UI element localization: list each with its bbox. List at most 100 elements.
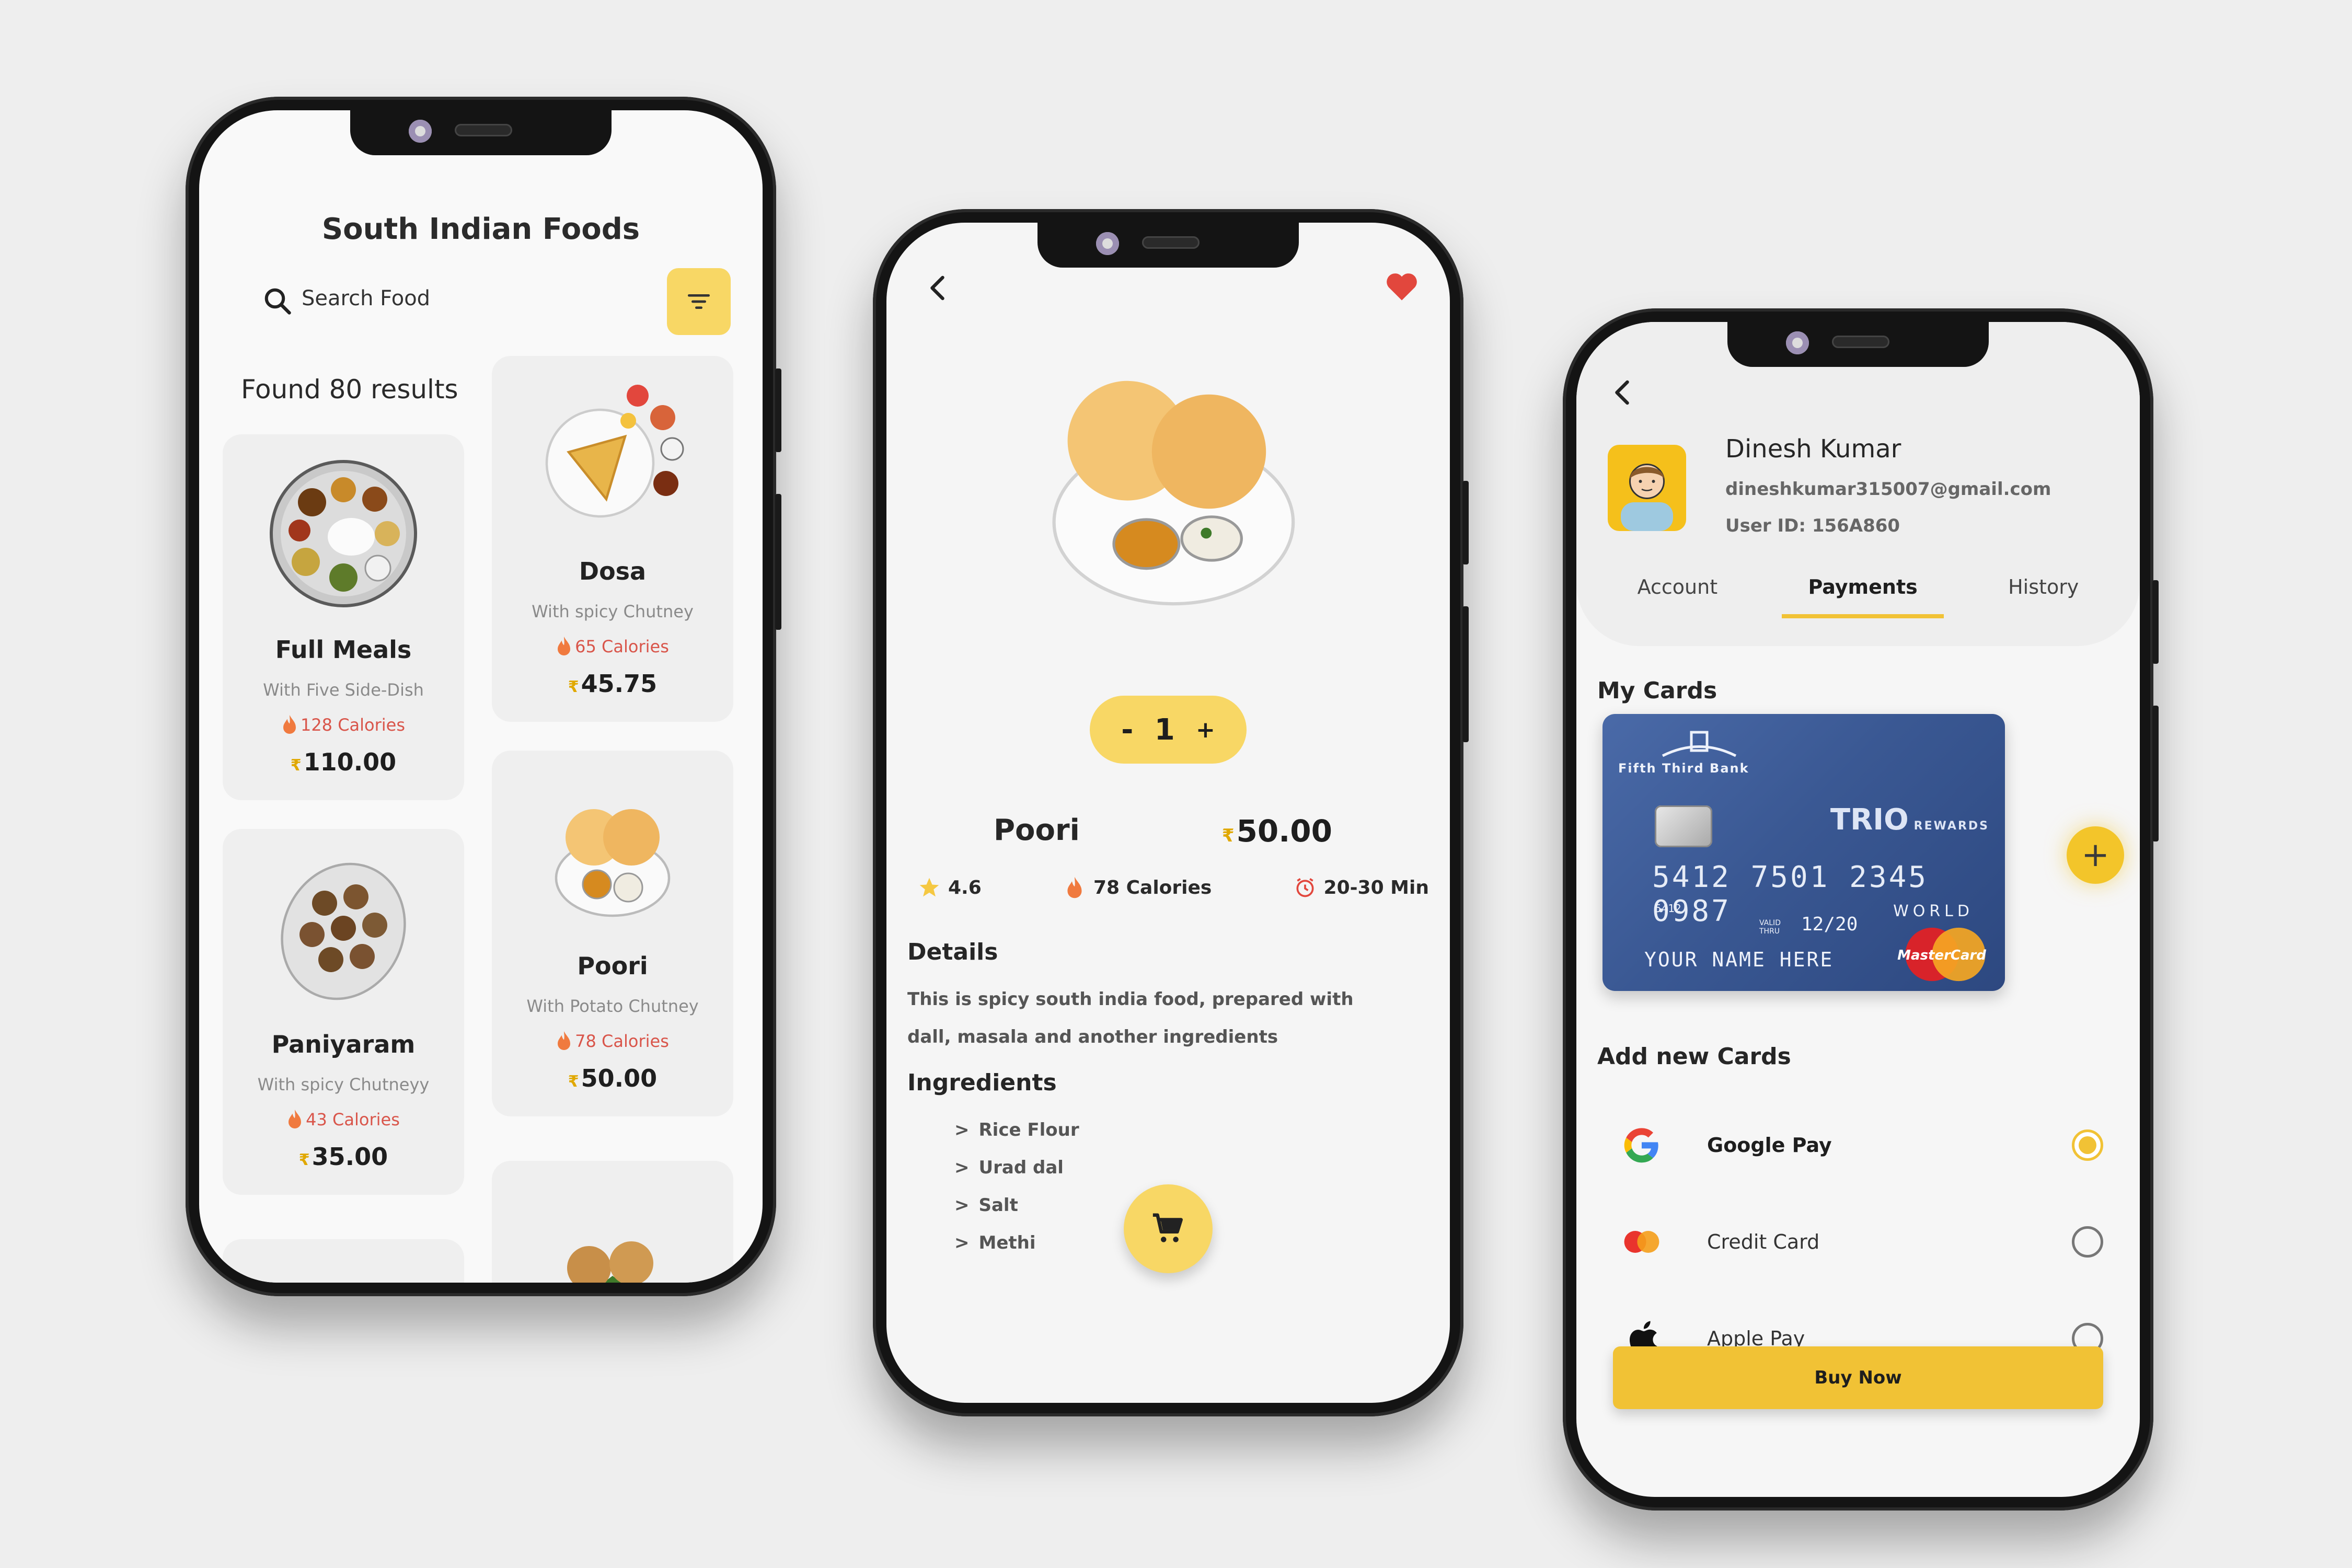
food-hero-image — [1052, 381, 1295, 606]
payment-option-google-pay[interactable]: Google Pay — [1618, 1114, 2103, 1177]
valid-thru-label: VALID THRU — [1759, 919, 1781, 936]
food-card-dosa[interactable]: Dosa With spicy Chutney 65 Calories ₹45.… — [492, 356, 733, 722]
cart-icon — [1152, 1213, 1183, 1242]
ingredient-item: Methi — [954, 1224, 1079, 1262]
food-card-poori[interactable]: Poori With Potato Chutney 78 Calories ₹5… — [492, 751, 733, 1116]
flame-icon — [1067, 877, 1082, 898]
food-calories: 78 Calories — [492, 1030, 733, 1051]
front-camera — [1096, 232, 1119, 255]
power-button — [1462, 481, 1469, 564]
card-holder: YOUR NAME HERE — [1644, 948, 1834, 971]
heart-icon[interactable] — [1385, 271, 1419, 302]
page-title: South Indian Foods — [321, 212, 640, 246]
filter-icon — [688, 294, 710, 309]
food-card-partial[interactable] — [223, 1239, 464, 1283]
card-network: MasterCard — [1897, 948, 1986, 963]
user-name: Dinesh Kumar — [1725, 434, 1901, 464]
bank-name: Fifth Third Bank — [1618, 761, 1749, 776]
food-description: With spicy Chutneyy — [257, 1075, 430, 1094]
user-email: dineshkumar315007@gmail.com — [1725, 479, 2051, 500]
increase-quantity-button[interactable]: + — [1196, 717, 1215, 743]
payment-screen: Dinesh Kumar dineshkumar315007@gmail.com… — [1576, 322, 2140, 1497]
card-brand: TRIO REWARDS — [1830, 803, 1989, 837]
mastercard-icon — [1618, 1218, 1665, 1265]
volume-button — [775, 494, 781, 630]
volume-button — [2152, 706, 2159, 841]
food-name: Poori — [994, 813, 1080, 847]
food-description: With spicy Chutney — [532, 602, 694, 621]
card-tier: WORLD — [1893, 902, 1974, 920]
search-input[interactable] — [302, 278, 563, 319]
quantity-value: 1 — [1154, 712, 1175, 747]
food-price: ₹50.00 — [568, 1064, 658, 1092]
radio-selected[interactable] — [2072, 1129, 2103, 1161]
food-price: ₹45.75 — [568, 670, 658, 698]
speaker-grille — [1832, 336, 1889, 348]
tab-account[interactable]: Account — [1611, 565, 1744, 618]
user-id: User ID: 156A860 — [1725, 515, 1900, 536]
power-button — [775, 368, 781, 452]
food-card-paniyaram[interactable]: Paniyaram With spicy Chutneyy 43 Calorie… — [223, 829, 464, 1195]
payment-option-credit-card[interactable]: Credit Card — [1618, 1210, 2103, 1273]
notch — [1727, 322, 1989, 367]
food-price: ₹35.00 — [298, 1143, 388, 1171]
food-image-vada — [567, 1241, 653, 1283]
radio-unselected[interactable] — [2072, 1226, 2103, 1258]
card-prefix: 5412 — [1655, 902, 1681, 915]
decrease-quantity-button[interactable]: - — [1121, 713, 1133, 747]
quantity-stepper: - 1 + — [1090, 696, 1247, 764]
tab-history[interactable]: History — [1982, 565, 2105, 618]
food-name: Paniyaram — [271, 1030, 416, 1058]
credit-card[interactable]: Fifth Third Bank TRIO REWARDS 5412 7501 2… — [1602, 714, 2005, 991]
food-image-dosa — [545, 385, 684, 518]
back-arrow-icon[interactable] — [923, 270, 954, 306]
add-to-cart-button[interactable] — [1124, 1184, 1213, 1273]
food-stats: 4.6 78 Calories 20-30 Min — [918, 876, 1429, 899]
phone-food-detail: - 1 + Poori ₹50.00 4.6 78 Calories 20-30… — [873, 209, 1469, 1416]
food-calories: 128 Calories — [223, 714, 464, 735]
filter-button[interactable] — [667, 268, 731, 335]
tab-payments[interactable]: Payments — [1782, 565, 1944, 618]
food-image-thali — [270, 460, 417, 607]
food-name: Poori — [577, 952, 648, 980]
power-button — [2152, 580, 2159, 664]
food-card-full-meals[interactable]: Full Meals With Five Side-Dish 128 Calor… — [223, 434, 464, 800]
time-stat: 20-30 Min — [1294, 876, 1429, 899]
front-camera — [409, 120, 432, 143]
calories-stat: 78 Calories — [1063, 876, 1212, 899]
speaker-grille — [1142, 236, 1200, 249]
flame-icon — [289, 1110, 302, 1128]
details-text: This is spicy south india food, prepared… — [907, 989, 1354, 1047]
back-arrow-icon[interactable] — [1608, 374, 1639, 411]
payment-option-label: Google Pay — [1707, 1134, 1832, 1157]
phone-payment: Dinesh Kumar dineshkumar315007@gmail.com… — [1563, 308, 2159, 1511]
alarm-clock-icon — [1296, 878, 1314, 897]
speaker-grille — [455, 124, 512, 136]
flame-icon — [558, 1031, 571, 1050]
food-name: Full Meals — [275, 636, 412, 664]
food-calories: 65 Calories — [492, 636, 733, 656]
add-card-button[interactable]: + — [2067, 826, 2124, 884]
add-new-cards-heading: Add new Cards — [1597, 1043, 1791, 1070]
food-card-partial[interactable] — [492, 1161, 733, 1283]
food-price: ₹50.00 — [1221, 813, 1332, 849]
my-cards-heading: My Cards — [1597, 677, 1717, 704]
buy-now-button[interactable]: Buy Now — [1613, 1346, 2103, 1409]
notch — [350, 110, 612, 155]
avatar — [1608, 445, 1686, 531]
payment-option-label: Credit Card — [1707, 1230, 1820, 1253]
ingredients-list: Rice Flour Urad dal Salt Methi — [954, 1111, 1079, 1262]
card-expiry: 12/20 — [1801, 914, 1858, 935]
rating-stat: 4.6 — [918, 876, 982, 899]
food-calories: 43 Calories — [223, 1109, 464, 1129]
star-icon — [919, 878, 939, 897]
volume-button — [1462, 606, 1469, 742]
ingredients-heading: Ingredients — [907, 1069, 1057, 1096]
front-camera — [1786, 331, 1809, 354]
notch — [1037, 223, 1299, 268]
phone-food-listing: South Indian Foods Found 80 results — [186, 97, 781, 1296]
user-avatar-icon — [1621, 464, 1673, 531]
bank-logo-icon — [1662, 731, 1737, 757]
search-icon — [264, 288, 291, 315]
listing-screen: South Indian Foods Found 80 results — [199, 110, 763, 1283]
